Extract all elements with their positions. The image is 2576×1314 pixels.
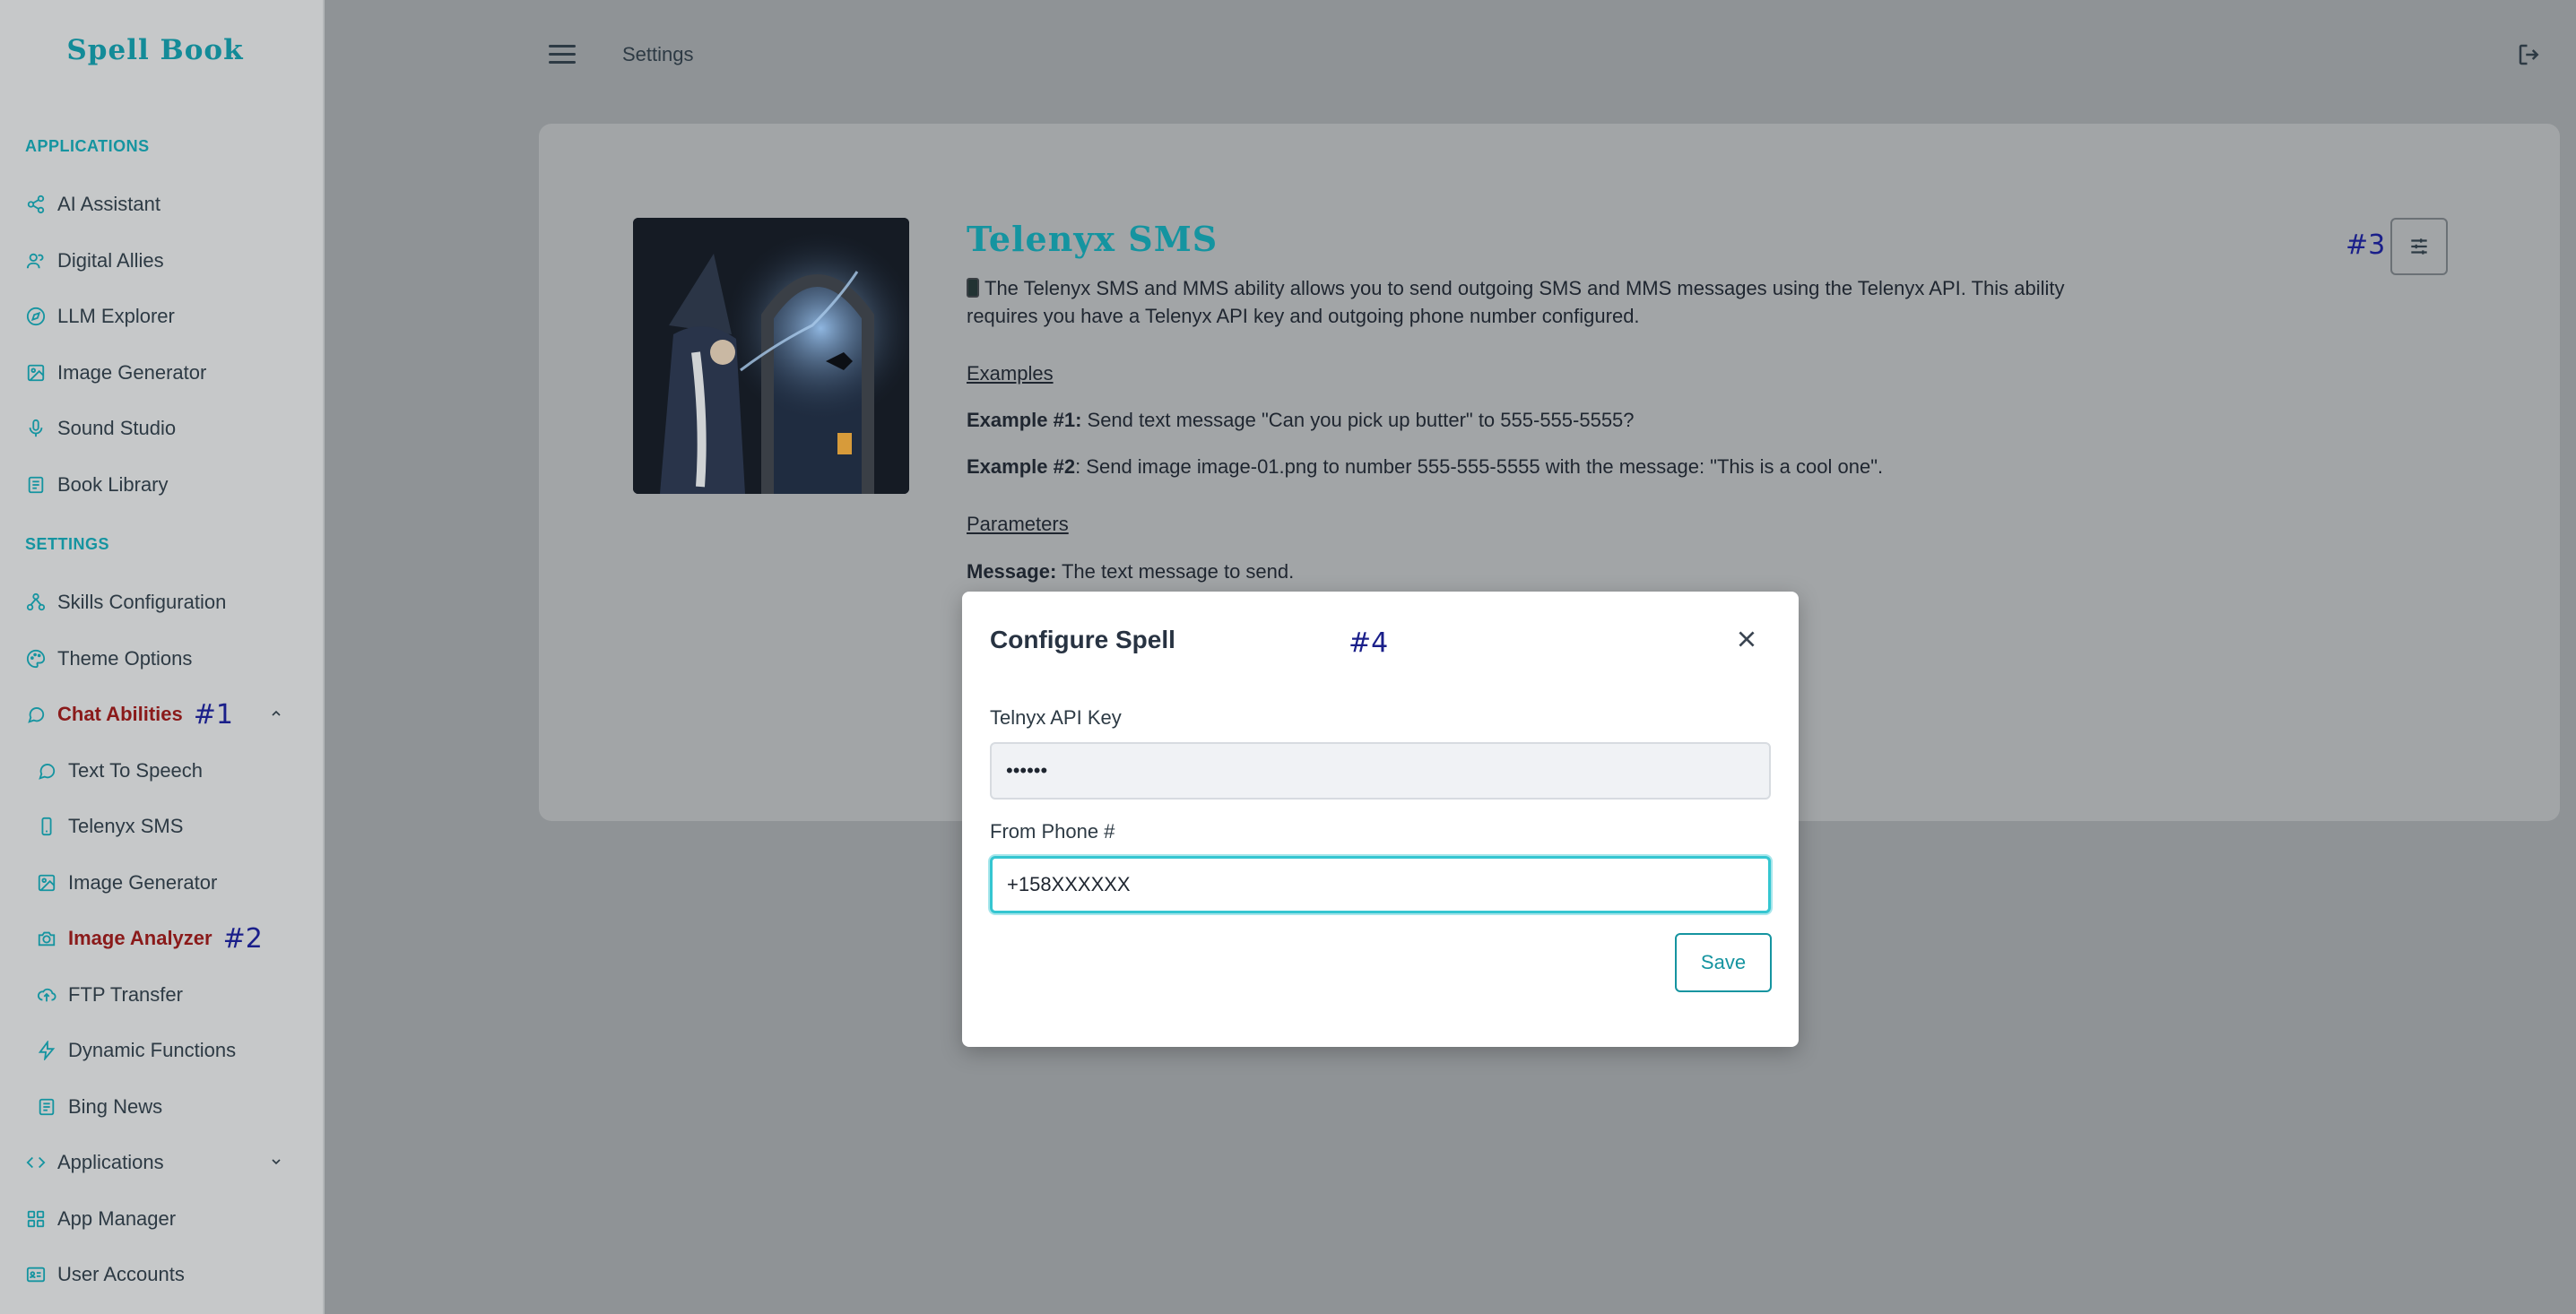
chevron-up-icon[interactable] <box>269 706 287 724</box>
annotation-label: #3 <box>2346 229 2386 261</box>
sidebar-item-theme-options[interactable]: Theme Options <box>25 641 192 677</box>
cloud-upload-icon <box>36 984 57 1006</box>
message-circle-icon <box>36 760 57 782</box>
parameter-message-label: Message: <box>967 560 1057 583</box>
sidebar-item-book-library[interactable]: Book Library <box>25 467 169 503</box>
sidebar-item-label: Image Analyzer <box>68 927 212 949</box>
nodes-icon <box>25 592 47 613</box>
sidebar-item-ftp-transfer[interactable]: FTP Transfer <box>36 977 183 1013</box>
book-icon <box>25 474 47 496</box>
sidebar-item-label: Telenyx SMS <box>68 815 184 837</box>
grid-icon <box>25 1208 47 1230</box>
sidebar-item-label: Sound Studio <box>57 417 177 439</box>
menu-toggle-button[interactable] <box>549 45 576 66</box>
image-icon <box>36 872 57 894</box>
close-icon[interactable] <box>1735 627 1762 654</box>
sidebar-item-label: Applications <box>57 1151 164 1173</box>
parameter-message-text: The text message to send. <box>1056 560 1295 583</box>
from-phone-field[interactable] <box>990 856 1771 913</box>
section-label-applications: APPLICATIONS <box>25 137 150 155</box>
image-icon <box>25 362 47 384</box>
code-icon <box>25 1152 47 1173</box>
sidebar-item-text-to-speech[interactable]: Text To Speech <box>36 753 203 789</box>
example-2-label: Example #2 <box>967 455 1076 478</box>
annotation-label: #2 <box>222 922 263 955</box>
sidebar-item-sound-studio[interactable]: Sound Studio <box>25 411 176 446</box>
brand-logo[interactable]: Spell Book <box>0 34 310 66</box>
spell-title: Telenyx SMS <box>967 219 1219 259</box>
example-2: Example #2: Send image image-01.png to n… <box>967 455 1883 479</box>
sidebar-item-label: Dynamic Functions <box>68 1039 237 1061</box>
sidebar-item-label: User Accounts <box>57 1263 185 1285</box>
configure-spell-dialog: Configure Spell #4 Telnyx API Key From P… <box>962 592 1799 1047</box>
sidebar: Spell Book APPLICATIONS AI Assistant Dig… <box>0 0 325 1314</box>
newspaper-icon <box>36 1096 57 1118</box>
parameters-heading: Parameters <box>967 513 1069 535</box>
sidebar-item-image-generator-ability[interactable]: Image Generator <box>36 865 217 901</box>
sidebar-item-telenyx-sms[interactable]: Telenyx SMS <box>36 808 183 844</box>
sidebar-item-app-manager[interactable]: App Manager <box>25 1201 176 1237</box>
spell-image <box>633 218 909 494</box>
compass-icon <box>25 306 47 327</box>
spell-description: The Telenyx SMS and MMS ability allows y… <box>967 274 2078 330</box>
sidebar-item-label: Image Generator <box>57 361 207 384</box>
bolt-icon <box>36 1040 57 1061</box>
sidebar-item-digital-allies[interactable]: Digital Allies <box>25 243 164 279</box>
camera-icon <box>36 928 57 949</box>
sidebar-item-ai-assistant[interactable]: AI Assistant <box>25 186 160 222</box>
spell-description-text: The Telenyx SMS and MMS ability allows y… <box>967 277 2065 327</box>
phone-icon <box>36 816 57 837</box>
sidebar-item-label: Chat Abilities <box>57 703 183 725</box>
configure-spell-button[interactable] <box>2390 218 2448 275</box>
sidebar-item-label: Text To Speech <box>68 759 204 782</box>
sidebar-item-llm-explorer[interactable]: LLM Explorer <box>25 298 175 334</box>
sidebar-item-bing-news[interactable]: Bing News <box>36 1089 162 1125</box>
api-key-label: Telnyx API Key <box>990 706 1122 729</box>
sidebar-item-skills-configuration[interactable]: Skills Configuration <box>25 584 226 620</box>
sidebar-item-chat-abilities[interactable]: Chat Abilities #1 <box>25 696 233 732</box>
annotation-label: #1 <box>193 698 233 730</box>
sidebar-item-dynamic-functions[interactable]: Dynamic Functions <box>36 1033 236 1068</box>
sidebar-item-label: Skills Configuration <box>57 591 227 613</box>
mobile-phone-icon <box>967 278 979 298</box>
example-1: Example #1: Send text message "Can you p… <box>967 409 1635 432</box>
example-1-label: Example #1: <box>967 409 1082 431</box>
sidebar-item-label: AI Assistant <box>57 193 160 215</box>
annotation-label: #4 <box>1349 627 1389 659</box>
id-card-icon <box>25 1264 47 1285</box>
parameter-message: Message: The text message to send. <box>967 560 1294 584</box>
dialog-title: Configure Spell <box>990 626 1175 653</box>
page-title: Settings <box>622 43 694 65</box>
examples-heading: Examples <box>967 362 1054 385</box>
sidebar-item-applications[interactable]: Applications <box>25 1145 164 1180</box>
phone-label: From Phone # <box>990 820 1115 843</box>
share-nodes-icon <box>25 194 47 215</box>
sidebar-item-label: FTP Transfer <box>68 983 183 1006</box>
sidebar-item-label: Image Generator <box>68 871 218 894</box>
chat-icon <box>25 704 47 725</box>
microphone-icon <box>25 418 47 439</box>
api-key-field[interactable] <box>990 742 1771 800</box>
section-label-settings: SETTINGS <box>25 535 110 553</box>
chevron-down-icon[interactable] <box>269 1154 287 1172</box>
sidebar-item-image-generator[interactable]: Image Generator <box>25 355 206 391</box>
logout-icon[interactable] <box>2516 41 2545 70</box>
example-2-text: : Send image image-01.png to number 555-… <box>1075 455 1884 478</box>
sidebar-item-user-accounts[interactable]: User Accounts <box>25 1257 185 1292</box>
users-icon <box>25 250 47 272</box>
save-button[interactable]: Save <box>1675 933 1772 992</box>
sidebar-item-label: Bing News <box>68 1095 163 1118</box>
sidebar-item-label: Book Library <box>57 473 169 496</box>
example-1-text: Send text message "Can you pick up butte… <box>1081 409 1635 431</box>
palette-icon <box>25 648 47 670</box>
sidebar-item-label: App Manager <box>57 1207 177 1230</box>
sidebar-item-image-analyzer[interactable]: Image Analyzer #2 <box>36 921 263 956</box>
sidebar-item-label: Digital Allies <box>57 249 164 272</box>
sidebar-item-label: Theme Options <box>57 647 193 670</box>
sidebar-item-label: LLM Explorer <box>57 305 175 327</box>
sliders-icon <box>2411 238 2427 255</box>
